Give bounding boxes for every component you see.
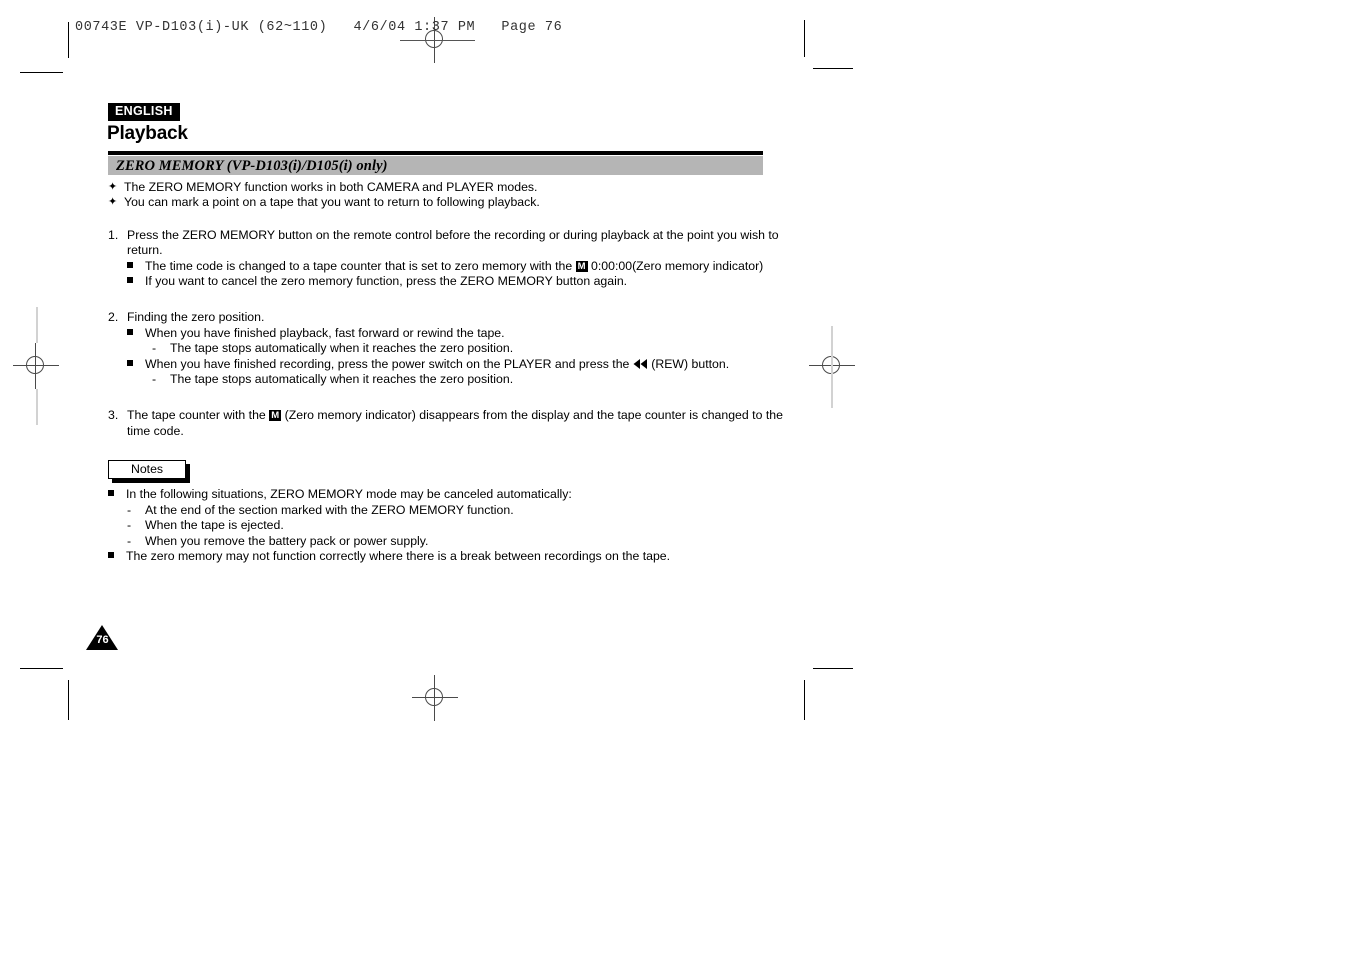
clover-icon: ✦ [108,196,118,209]
square-bullet-icon [108,549,126,564]
step-2-number: 2. [108,310,119,325]
note-item-4-text: When you remove the battery pack or powe… [145,533,429,548]
step-2-sub-1-dash: - The tape stops automatically when it r… [152,341,788,356]
body-content: ✦ The ZERO MEMORY function works in both… [108,180,788,564]
print-slug-underline [400,40,475,41]
section-heading-text: ZERO MEMORY (VP-D103(i)/D105(i) only) [116,158,388,174]
crop-mark-bottom-right-h [813,668,853,669]
crop-mark-bottom-right-v [804,680,805,720]
step-3-text-before: The tape counter with the [127,408,266,423]
square-bullet-icon [127,326,145,341]
language-badge: ENGLISH [108,103,180,121]
square-bullet-icon [127,274,145,289]
dash-icon: - [152,341,157,356]
intro-bullet-1-text: The ZERO MEMORY function works in both C… [124,180,538,194]
step-1-sub-1-text: The time code is changed to a tape count… [145,259,788,274]
crop-mark-top-right-v [804,20,805,57]
page-number: 76 [96,634,109,646]
step-2-sub-2-text-after: (REW) button. [651,356,730,371]
step-1-text: Press the ZERO MEMORY button on the remo… [127,227,779,258]
registration-guide-left [36,307,38,343]
crop-mark-top-left-h [20,72,63,73]
note-item-2-text: At the end of the section marked with th… [145,502,514,517]
note-item-1: In the following situations, ZERO MEMORY… [108,487,788,502]
step-2-sub-2: When you have finished recording, press … [127,357,788,372]
note-item-4: - When you remove the battery pack or po… [127,534,788,549]
notes-label-box: Notes [108,460,190,484]
note-item-3-text: When the tape is ejected. [145,518,284,533]
registration-guide-left-lower [36,389,38,425]
dash-icon: - [152,372,157,387]
step-2: 2. Finding the zero position. [108,310,788,325]
registration-guide-right [831,326,833,408]
dash-icon: - [127,502,132,517]
step-1-sub-1: The time code is changed to a tape count… [127,259,788,274]
step-3-text: The tape counter with the M (Zero memory… [127,408,788,439]
crop-mark-top-right-h [813,68,853,69]
section-heading-band: ZERO MEMORY (VP-D103(i)/D105(i) only) [108,156,763,175]
step-2-sub-2-dash: - The tape stops automatically when it r… [152,372,788,387]
step-2-sub-1-text: When you have finished playback, fast fo… [145,325,505,340]
note-item-5-text: The zero memory may not function correct… [126,548,671,563]
square-bullet-icon [127,259,145,274]
step-2-sub-2-dash-text: The tape stops automatically when it rea… [170,372,514,387]
print-slug: 00743E VP-D103(i)-UK (62~110) 4/6/04 1:3… [75,20,563,35]
page-number-badge: 76 [86,625,119,650]
note-item-2: - At the end of the section marked with … [127,503,788,518]
note-item-1-text: In the following situations, ZERO MEMORY… [126,487,572,502]
intro-bullet-2: ✦ You can mark a point on a tape that yo… [108,195,788,210]
zero-memory-indicator-icon: M [269,410,282,422]
title-divider [108,151,763,155]
notes-label: Notes [108,460,186,480]
intro-bullet-1: ✦ The ZERO MEMORY function works in both… [108,180,788,195]
document-page: 00743E VP-D103(i)-UK (62~110) 4/6/04 1:3… [0,0,1351,954]
step-1: 1. Press the ZERO MEMORY button on the r… [108,228,788,259]
reg-ring [425,688,443,706]
intro-bullet-2-text: You can mark a point on a tape that you … [124,195,540,210]
step-2-sub-1: When you have finished playback, fast fo… [127,326,788,341]
step-1-sub-1-text-before: The time code is changed to a tape count… [145,258,573,273]
note-item-3: - When the tape is ejected. [127,518,788,533]
registration-mark-bottom [412,675,458,721]
step-3: 3. The tape counter with the M (Zero mem… [108,408,788,439]
dash-icon: - [127,518,132,533]
page-title: Playback [107,123,188,144]
square-bullet-icon [127,357,145,372]
dash-icon: - [127,533,132,548]
step-2-text: Finding the zero position. [127,310,265,325]
step-2-sub-1-dash-text: The tape stops automatically when it rea… [170,341,514,356]
clover-icon: ✦ [108,181,118,193]
step-1-number: 1. [108,227,119,242]
reg-ring [26,356,44,374]
crop-mark-bottom-left-v [68,680,69,720]
square-bullet-icon [108,487,126,502]
registration-mark-left [13,343,59,389]
note-item-5: The zero memory may not function correct… [108,549,788,564]
crop-mark-bottom-left-h [20,668,63,669]
step-2-sub-2-text-before: When you have finished recording, press … [145,356,630,371]
step-1-sub-2: If you want to cancel the zero memory fu… [127,274,788,289]
step-1-sub-1-text-after: 0:00:00(Zero memory indicator) [591,258,764,273]
step-1-sub-2-text: If you want to cancel the zero memory fu… [145,274,628,289]
step-2-sub-2-text: When you have finished recording, press … [145,357,788,372]
zero-memory-indicator-icon: M [575,260,588,272]
crop-mark-top-left-v [68,22,69,58]
step-3-number: 3. [108,408,119,423]
rewind-icon [633,358,648,369]
